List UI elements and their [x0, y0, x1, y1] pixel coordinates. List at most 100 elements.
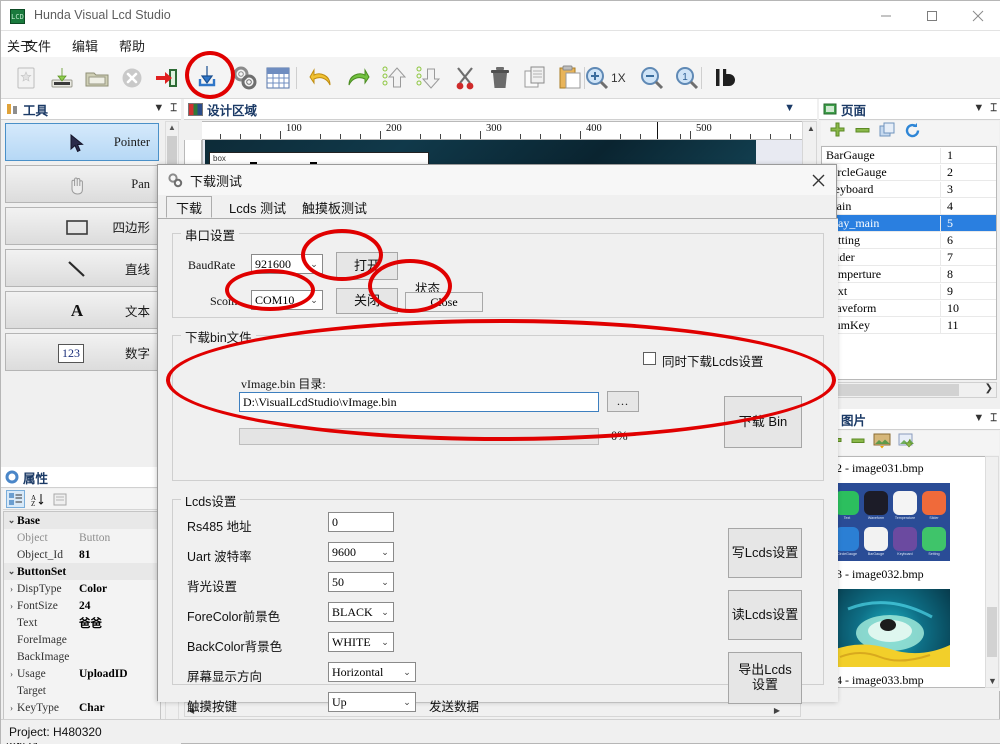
- open-folder-icon[interactable]: [81, 62, 113, 94]
- export-icon[interactable]: [151, 62, 183, 94]
- property-row[interactable]: Text 爸爸: [4, 614, 160, 631]
- property-row[interactable]: ⌄ Base: [4, 512, 160, 529]
- close-project-icon[interactable]: [116, 62, 148, 94]
- zoom-reset-icon[interactable]: 1: [671, 62, 703, 94]
- image-thumbnail[interactable]: Text Waveform Temperature Slider CircleG…: [830, 483, 950, 561]
- expander-icon[interactable]: ›: [6, 601, 17, 611]
- property-row[interactable]: Target: [4, 682, 160, 699]
- canvas-horizontal-scrollbar[interactable]: ◀ ▶: [184, 702, 801, 717]
- categorized-view-icon[interactable]: [6, 490, 25, 508]
- dialog-close-button[interactable]: [806, 169, 830, 191]
- property-row[interactable]: › FontSize 24: [4, 597, 160, 614]
- duplicate-page-icon[interactable]: [879, 122, 896, 144]
- images-scroll-thumb[interactable]: [987, 607, 997, 657]
- redo-icon[interactable]: [341, 62, 373, 94]
- page-row[interactable]: NumKey 11: [822, 317, 996, 334]
- rs485-address-input[interactable]: 0: [328, 512, 394, 532]
- export-lcds-settings-button[interactable]: 导出Lcds设置: [728, 652, 802, 704]
- expander-icon[interactable]: ›: [6, 703, 17, 713]
- copy-icon[interactable]: [519, 62, 551, 94]
- maximize-button[interactable]: [909, 1, 955, 31]
- pages-scroll-thumb[interactable]: [823, 384, 959, 396]
- tool-pan[interactable]: Pan: [5, 165, 159, 203]
- page-row-selected[interactable]: okay_main 5: [822, 215, 996, 232]
- page-row[interactable]: Temperture 8: [822, 266, 996, 283]
- tool-text[interactable]: A 文本: [5, 291, 159, 329]
- zoom-in-icon[interactable]: [581, 62, 613, 94]
- image-thumbnail[interactable]: [830, 589, 950, 667]
- save-icon[interactable]: [46, 62, 78, 94]
- baudrate-combo[interactable]: 921600 ⌄: [251, 254, 323, 274]
- images-list[interactable]: 12 - image031.bmp Text Waveform Temperat…: [821, 456, 997, 688]
- new-file-icon[interactable]: [11, 62, 43, 94]
- menu-edit[interactable]: 编辑: [66, 35, 104, 56]
- scroll-up-arrow-icon[interactable]: ▲: [168, 123, 176, 132]
- tool-line[interactable]: 直线: [5, 249, 159, 287]
- settings-gears-icon[interactable]: [228, 62, 260, 94]
- read-lcds-settings-button[interactable]: 读Lcds设置: [728, 590, 802, 640]
- design-area-dropdown-icon[interactable]: ▼: [784, 102, 795, 114]
- forecolor-combo[interactable]: BLACK ⌄: [328, 602, 394, 622]
- page-row[interactable]: Setting 6: [822, 232, 996, 249]
- expander-icon[interactable]: ⌄: [6, 515, 17, 526]
- pages-horizontal-scrollbar[interactable]: ❯: [821, 382, 997, 398]
- sync-lcds-checkbox[interactable]: [643, 352, 656, 365]
- menu-about[interactable]: 关于: [1, 35, 39, 56]
- page-row[interactable]: Slider 7: [822, 249, 996, 266]
- refresh-pages-icon[interactable]: [904, 122, 921, 144]
- uart-baudrate-combo[interactable]: 9600 ⌄: [328, 542, 394, 562]
- screen-orientation-combo[interactable]: Horizontal ⌄: [328, 662, 416, 682]
- download-icon[interactable]: [191, 62, 223, 94]
- scom-combo[interactable]: COM10 ⌄: [251, 290, 323, 310]
- remove-image-icon[interactable]: [850, 433, 866, 454]
- tool-number[interactable]: 123 数字: [5, 333, 159, 371]
- property-row[interactable]: › Usage UploadID: [4, 665, 160, 682]
- tab-touch-test[interactable]: 触摸板测试: [293, 196, 376, 218]
- expander-icon[interactable]: ›: [6, 669, 17, 679]
- property-row[interactable]: Object_Id 81: [4, 546, 160, 563]
- page-row[interactable]: BarGauge 1: [822, 147, 996, 164]
- expander-icon[interactable]: ›: [6, 584, 17, 594]
- page-row[interactable]: Text9: [822, 283, 996, 300]
- touch-key-combo[interactable]: Up ⌄: [328, 692, 416, 712]
- cut-icon[interactable]: [449, 62, 481, 94]
- remove-page-icon[interactable]: [854, 122, 871, 144]
- property-pages-icon[interactable]: [50, 490, 69, 508]
- tools-panel-controls[interactable]: ▼ ⌶: [153, 102, 177, 115]
- tool-pointer[interactable]: Pointer: [5, 123, 159, 161]
- images-panel-controls[interactable]: ▼ ⌶: [973, 412, 997, 425]
- tool-rectangle[interactable]: 四边形: [5, 207, 159, 245]
- canvas-scroll-up-icon[interactable]: ▲: [807, 124, 815, 133]
- download-bin-button[interactable]: 下载 Bin: [724, 396, 802, 448]
- expander-icon[interactable]: ⌄: [6, 566, 17, 577]
- undo-icon[interactable]: [306, 62, 338, 94]
- minimize-button[interactable]: [863, 1, 909, 31]
- bin-path-input[interactable]: D:\VisualLcdStudio\vImage.bin: [239, 392, 599, 412]
- page-row[interactable]: CircleGauge 2: [822, 164, 996, 181]
- property-row[interactable]: BackImage: [4, 648, 160, 665]
- page-row[interactable]: Keyboard 3: [822, 181, 996, 198]
- id-icon[interactable]: [709, 62, 741, 94]
- move-down-icon[interactable]: [413, 62, 445, 94]
- close-port-button[interactable]: 关闭: [336, 288, 398, 314]
- zoom-out-icon[interactable]: [636, 62, 668, 94]
- backlight-combo[interactable]: 50 ⌄: [328, 572, 394, 592]
- tab-lcds-test[interactable]: Lcds 测试: [220, 196, 295, 218]
- images-scroll-down-icon[interactable]: ▼: [988, 676, 997, 686]
- sort-alpha-icon[interactable]: AZ: [28, 490, 47, 508]
- menu-help[interactable]: 帮助: [113, 35, 151, 56]
- calendar-icon[interactable]: [262, 62, 294, 94]
- browse-bin-button[interactable]: ...: [607, 391, 639, 412]
- canvas-scroll-right-icon[interactable]: ▶: [774, 706, 780, 715]
- move-up-icon[interactable]: [379, 62, 411, 94]
- pages-list[interactable]: BarGauge 1 CircleGauge 2 Keyboard 3 Main 4 o…: [821, 146, 997, 380]
- property-row[interactable]: ⌄ ButtonSet: [4, 563, 160, 580]
- page-row[interactable]: Main 4: [822, 198, 996, 215]
- import-image-icon[interactable]: [898, 433, 916, 454]
- close-button[interactable]: [955, 1, 1000, 31]
- pages-panel-controls[interactable]: ▼ ⌶: [973, 102, 997, 115]
- open-port-button[interactable]: 打开: [336, 252, 398, 280]
- delete-icon[interactable]: [484, 62, 516, 94]
- properties-grid[interactable]: ⌄ Base Object Button Object_Id 81 ⌄ Butt…: [3, 511, 161, 722]
- page-row[interactable]: Waveform 10: [822, 300, 996, 317]
